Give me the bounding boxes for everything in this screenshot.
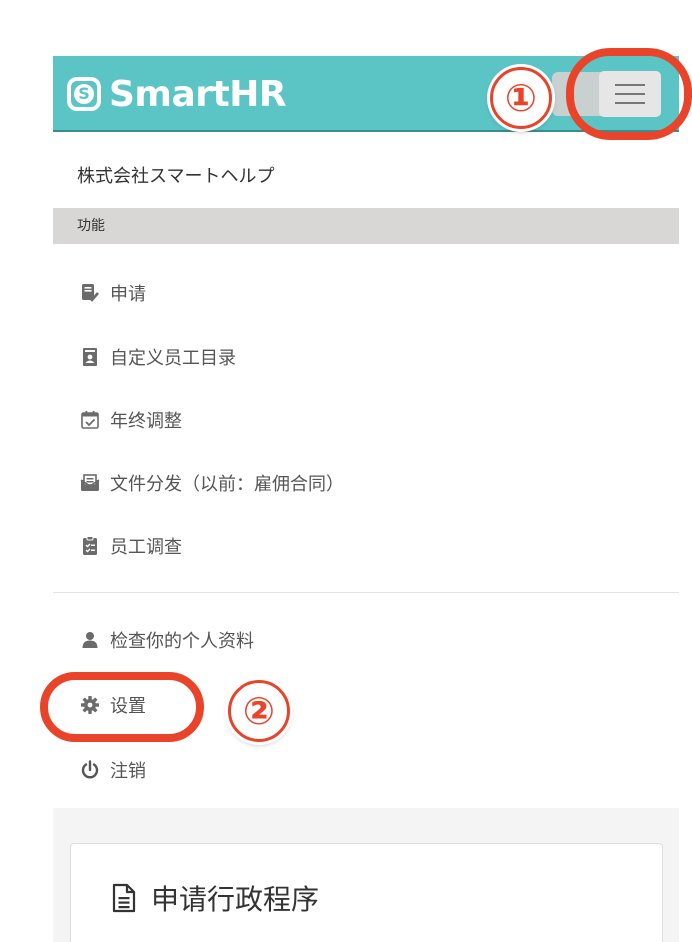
- document-icon: [111, 883, 137, 913]
- menu-item-label: 检查你的个人资料: [110, 631, 254, 652]
- menu-item-label: 注销: [110, 761, 146, 782]
- document-delivery-icon: [80, 473, 100, 493]
- card-title-text: 申请行政程序: [151, 883, 320, 916]
- menu-item-label: 员工调查: [110, 537, 182, 558]
- company-name: 株式会社スマートヘルプ: [77, 166, 275, 187]
- calendar-check-icon: [80, 410, 100, 430]
- menu-item-label: 申请: [110, 284, 146, 305]
- card-title: 申请行政程序: [111, 878, 319, 918]
- section-header-features: 功能: [53, 208, 679, 244]
- annotation-highlight-settings: [40, 672, 204, 742]
- menu-item-profile[interactable]: 检查你的个人资料: [80, 627, 254, 653]
- page: S SmartHR ① 株式会社スマートヘルプ 功能 申请 自定义员工目录 年终…: [0, 0, 692, 942]
- procedure-card[interactable]: 申请行政程序: [70, 843, 663, 942]
- menu-item-logout[interactable]: 注销: [80, 757, 146, 783]
- annotation-step-2: ②: [228, 680, 290, 742]
- annotation-step-1: ①: [490, 67, 552, 129]
- menu-item-employee-directory[interactable]: 自定义员工目录: [80, 344, 236, 370]
- annotation-highlight-menu: [566, 48, 692, 140]
- menu-item-label: 年终调整: [110, 411, 182, 432]
- menu-item-label: 文件分发（以前：雇佣合同）: [110, 474, 344, 495]
- smarthr-logo-icon: S: [67, 77, 101, 111]
- power-icon: [80, 760, 100, 780]
- menu-item-document-delivery[interactable]: 文件分发（以前：雇佣合同）: [80, 470, 344, 496]
- menu-item-year-end-adjustment[interactable]: 年终调整: [80, 407, 182, 433]
- menu-item-request[interactable]: 申请: [80, 280, 146, 306]
- address-book-icon: [80, 347, 100, 367]
- brand-name: SmartHR: [109, 73, 287, 115]
- smarthr-logo[interactable]: S SmartHR: [67, 73, 287, 115]
- clipboard-survey-icon: [80, 536, 100, 556]
- menu-divider: [53, 592, 679, 593]
- request-check-icon: [80, 283, 100, 303]
- menu-item-employee-survey[interactable]: 员工调查: [80, 533, 182, 559]
- menu-item-label: 自定义员工目录: [110, 348, 236, 369]
- user-icon: [80, 630, 100, 650]
